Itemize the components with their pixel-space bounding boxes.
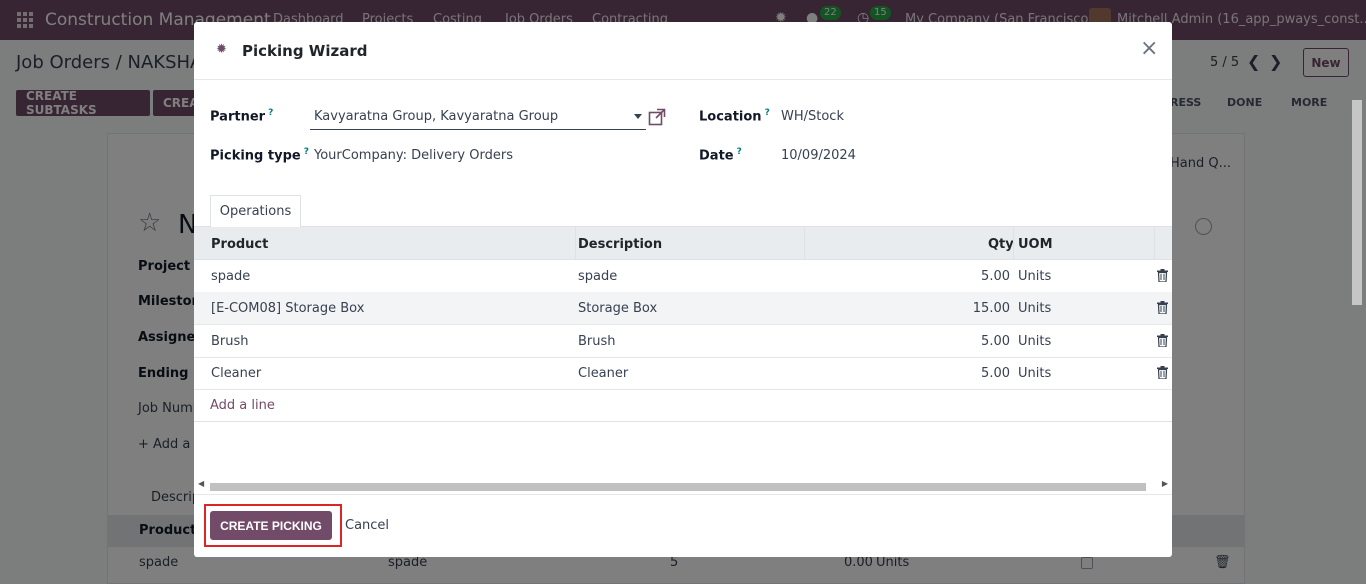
help-tooltip-icon[interactable]: ? <box>765 108 770 118</box>
cancel-button[interactable]: Cancel <box>345 518 389 533</box>
row-uom[interactable]: Units <box>1018 334 1051 349</box>
trash-icon[interactable] <box>1157 269 1168 282</box>
col-product[interactable]: Product <box>211 237 268 252</box>
row-product[interactable]: Cleaner <box>211 366 261 381</box>
table-row[interactable]: Brush Brush 5.00 Units <box>194 325 1172 358</box>
picking-type-value: YourCompany: Delivery Orders <box>314 148 513 163</box>
row-uom[interactable]: Units <box>1018 269 1051 284</box>
row-product[interactable]: Brush <box>211 334 249 349</box>
row-product[interactable]: [E-COM08] Storage Box <box>211 301 364 316</box>
table-bottom-border <box>194 421 1172 422</box>
table-row[interactable]: [E-COM08] Storage Box Storage Box 15.00 … <box>194 292 1172 325</box>
row-uom[interactable]: Units <box>1018 366 1051 381</box>
column-divider <box>1154 227 1155 260</box>
table-row[interactable]: Cleaner Cleaner 5.00 Units <box>194 357 1172 390</box>
row-description[interactable]: spade <box>578 269 617 284</box>
scroll-right-icon[interactable]: ▶ <box>1162 479 1168 488</box>
trash-icon[interactable] <box>1157 334 1168 347</box>
row-qty[interactable]: 15.00 <box>973 301 1010 316</box>
dialog-header: ✹ Picking Wizard × <box>194 22 1172 80</box>
date-value: 10/09/2024 <box>781 148 856 163</box>
scrollbar-thumb[interactable] <box>210 483 1146 491</box>
row-qty[interactable]: 5.00 <box>981 269 1010 284</box>
row-product[interactable]: spade <box>211 269 250 284</box>
location-label: Location? <box>699 108 770 125</box>
partner-label: Partner? <box>210 108 274 125</box>
location-value: WH/Stock <box>781 109 844 124</box>
row-description[interactable]: Brush <box>578 334 616 349</box>
close-icon[interactable]: × <box>1140 38 1158 60</box>
col-uom[interactable]: UOM <box>1018 237 1053 252</box>
chevron-down-icon[interactable] <box>634 114 642 119</box>
picking-wizard-dialog: ✹ Picking Wizard × Partner? Kavyaratna G… <box>194 22 1172 557</box>
column-divider <box>575 227 576 260</box>
operations-table-header: Product Description Qty UOM <box>194 227 1172 260</box>
trash-icon[interactable] <box>1157 366 1168 379</box>
page-scrollbar[interactable] <box>1352 100 1362 305</box>
scroll-left-icon[interactable]: ◀ <box>198 479 204 488</box>
table-row[interactable]: spade spade 5.00 Units <box>194 260 1172 293</box>
row-qty[interactable]: 5.00 <box>981 334 1010 349</box>
help-tooltip-icon[interactable]: ? <box>737 147 742 157</box>
col-description[interactable]: Description <box>578 237 662 252</box>
column-divider <box>1013 227 1014 260</box>
date-label: Date? <box>699 147 742 164</box>
row-description[interactable]: Cleaner <box>578 366 628 381</box>
column-divider <box>804 227 805 260</box>
row-uom[interactable]: Units <box>1018 301 1051 316</box>
help-tooltip-icon[interactable]: ? <box>304 147 309 157</box>
picking-type-label: Picking type? <box>210 147 309 164</box>
horizontal-scrollbar[interactable]: ◀ ▶ <box>198 479 1168 491</box>
external-link-icon[interactable] <box>648 108 666 126</box>
create-picking-button[interactable]: CREATE PICKING <box>210 511 332 540</box>
partner-field[interactable]: Kavyaratna Group, Kavyaratna Group <box>310 106 646 130</box>
dialog-title: Picking Wizard <box>242 42 368 60</box>
trash-icon[interactable] <box>1157 301 1168 314</box>
col-qty[interactable]: Qty <box>988 237 1014 252</box>
add-line-link[interactable]: Add a line <box>210 398 275 413</box>
tab-operations[interactable]: Operations <box>210 195 301 227</box>
debug-bug-icon[interactable]: ✹ <box>216 42 227 57</box>
partner-value[interactable]: Kavyaratna Group, Kavyaratna Group <box>314 109 558 124</box>
row-qty[interactable]: 5.00 <box>981 366 1010 381</box>
row-description[interactable]: Storage Box <box>578 301 657 316</box>
help-tooltip-icon[interactable]: ? <box>268 108 273 118</box>
